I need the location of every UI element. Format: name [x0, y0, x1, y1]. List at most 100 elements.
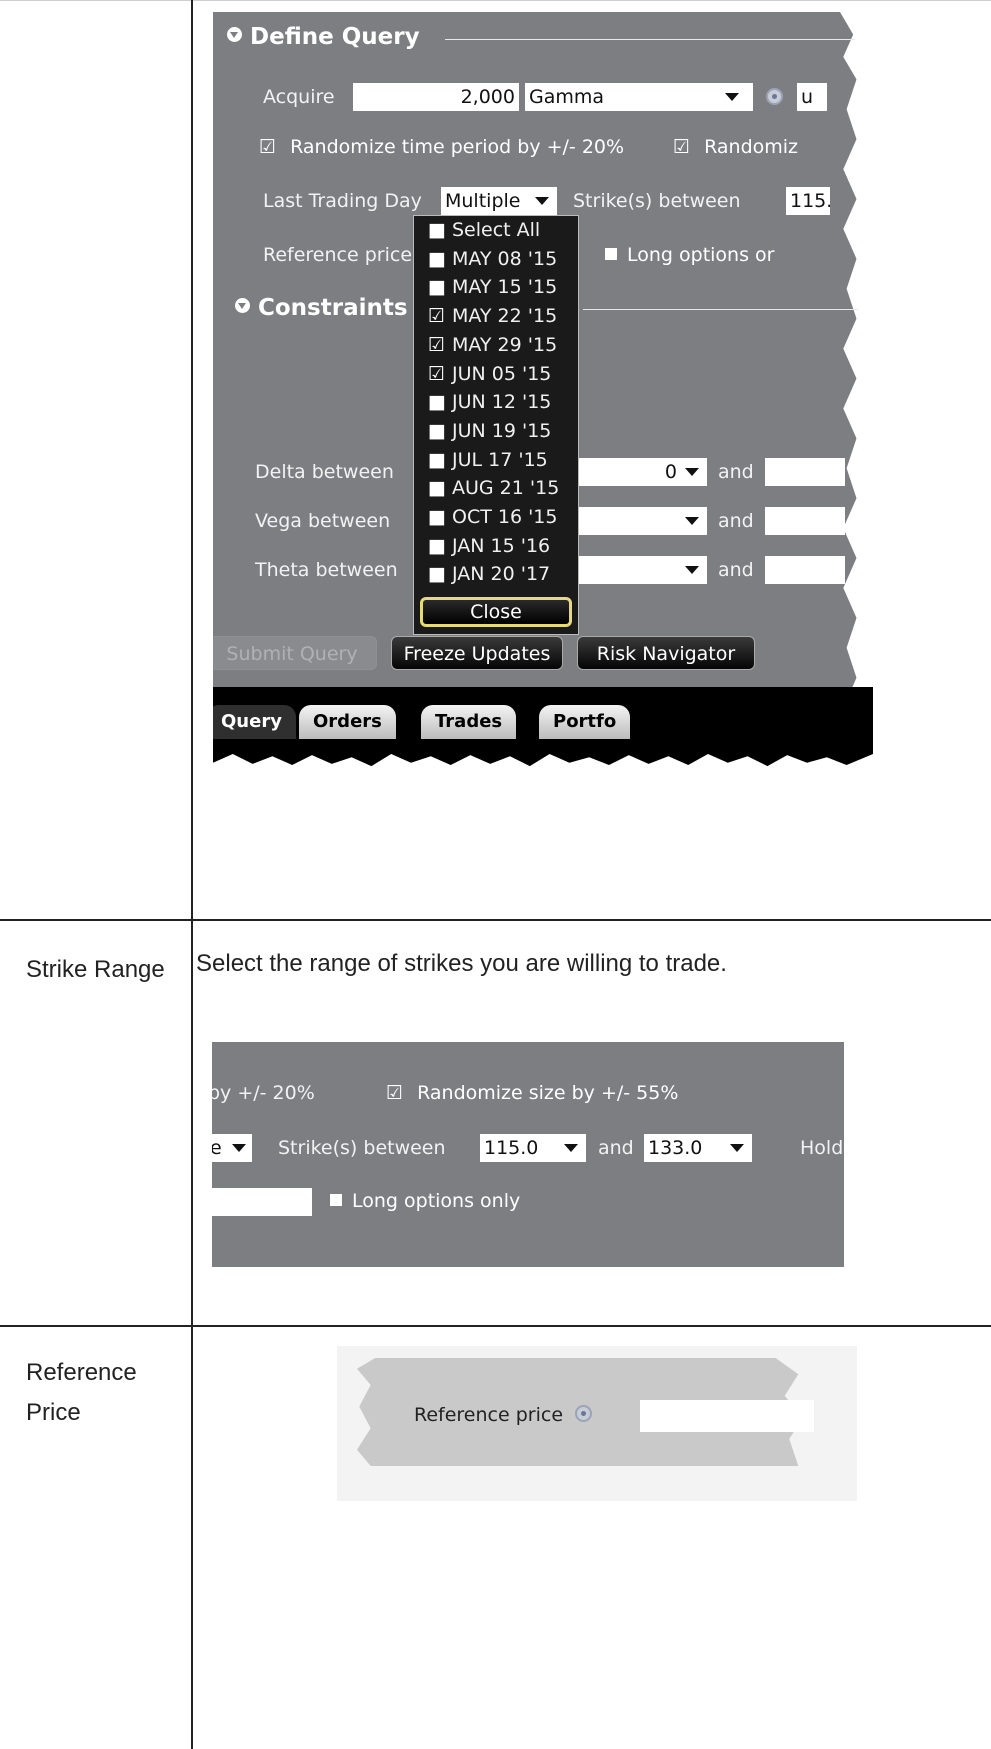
- acquire-label: Acquire: [263, 86, 335, 108]
- dropdown-item-label: MAY 29 '15: [452, 333, 558, 356]
- chevron-down-icon: [730, 1144, 744, 1152]
- checkmark-icon: ☑: [386, 1082, 404, 1104]
- checkbox-icon: ■: [428, 419, 446, 442]
- dropdown-item[interactable]: ■ JUN 12 '15: [428, 391, 551, 413]
- tab-query[interactable]: Query: [213, 705, 296, 739]
- tab-trades[interactable]: Trades: [421, 705, 517, 739]
- dropdown-item-label: OCT 16 '15: [452, 506, 558, 528]
- column-divider: [191, 0, 193, 1749]
- dropdown-item-label: AUG 21 '15: [452, 477, 560, 500]
- randomize-size-checkbox[interactable]: ☑ Randomiz: [673, 136, 798, 158]
- dropdown-item[interactable]: ■ AUG 21 '15: [428, 477, 559, 499]
- reference-price-field-fragment[interactable]: [212, 1188, 312, 1216]
- long-options-only-checkbox[interactable]: Long options only: [330, 1190, 520, 1212]
- vega-between-label: Vega between: [255, 510, 391, 532]
- strikes-between-label: Strike(s) between: [573, 190, 741, 212]
- dropdown-item-label: Select All: [452, 219, 541, 241]
- dropdown-item[interactable]: ■ JAN 15 '16: [428, 535, 550, 557]
- checkbox-icon: ■: [428, 219, 446, 241]
- dropdown-item[interactable]: ☑ JUN 05 '15: [428, 363, 551, 385]
- top-edge: [212, 1040, 844, 1042]
- and-label: and: [718, 559, 754, 581]
- strike-range-screenshot: by +/- 20% ☑ Randomize size by +/- 55% e…: [212, 1040, 844, 1267]
- checkmark-icon: ☑: [428, 362, 446, 385]
- dropdown-item[interactable]: ■ JUL 17 '15: [428, 449, 548, 471]
- delta-max-field[interactable]: [765, 458, 845, 486]
- strikes-between-label: Strike(s) between: [278, 1137, 446, 1159]
- help-icon[interactable]: [575, 1405, 593, 1422]
- chevron-down-icon: [685, 517, 699, 525]
- dropdown-item[interactable]: ■ OCT 16 '15: [428, 506, 557, 528]
- table-top-border: [0, 0, 991, 1]
- dropdown-item-label: MAY 22 '15: [452, 305, 558, 328]
- dropdown-item[interactable]: ■ JAN 20 '17: [428, 563, 550, 585]
- dropdown-item-label: MAY 15 '15: [452, 276, 558, 299]
- strike-low-select[interactable]: 115.0: [480, 1134, 586, 1162]
- chevron-down-icon: [535, 197, 549, 205]
- theta-min-select[interactable]: [578, 556, 707, 584]
- checkmark-icon: ☑: [673, 136, 691, 158]
- last-trading-day-select[interactable]: Multiple: [441, 187, 557, 215]
- randomize-time-checkbox[interactable]: ☑ Randomize time period by +/- 20%: [259, 136, 624, 158]
- row-divider: [0, 919, 991, 921]
- checkmark-icon: ☑: [259, 136, 277, 158]
- acquire-quantity-input[interactable]: 2,000: [353, 83, 519, 111]
- checkbox-icon: ■: [428, 391, 446, 414]
- last-trading-day-dropdown[interactable]: ■ Select All ■ MAY 08 '15 ■ MAY 15 '15 ☑ MAY 22…: [413, 215, 579, 635]
- risk-navigator-button[interactable]: Risk Navigator: [577, 636, 755, 670]
- dropdown-item[interactable]: ☑ MAY 22 '15: [428, 305, 557, 327]
- dropdown-item-label: JUN 05 '15: [452, 362, 552, 385]
- checkbox-icon: ■: [428, 276, 446, 299]
- checkbox-icon: ■: [428, 247, 446, 270]
- vega-min-select[interactable]: [578, 507, 707, 535]
- and-label: and: [598, 1137, 634, 1159]
- define-query-header[interactable]: Define Query: [227, 24, 420, 50]
- chevron-down-icon: [685, 566, 699, 574]
- collapse-icon: [235, 298, 250, 313]
- long-options-checkbox[interactable]: Long options or: [605, 244, 774, 266]
- dropdown-item[interactable]: ■ MAY 15 '15: [428, 276, 557, 298]
- query-screenshot: Define Query Acquire 2,000 Gamma u ☑ Ran…: [213, 12, 873, 852]
- dropdown-item[interactable]: ■ MAY 08 '15: [428, 248, 557, 270]
- strike-high-select[interactable]: 133.0: [644, 1134, 752, 1162]
- dropdown-item[interactable]: ■ Select All: [428, 219, 540, 241]
- dropdown-item-label: JUL 17 '15: [452, 448, 548, 471]
- dropdown-item-label: JAN 20 '17: [452, 563, 551, 586]
- submit-query-button[interactable]: Submit Query: [213, 636, 377, 670]
- dropdown-item-label: JAN 15 '16: [452, 534, 551, 557]
- help-icon[interactable]: [766, 88, 783, 105]
- checkmark-icon: ☑: [428, 305, 446, 328]
- last-trading-day-select-fragment[interactable]: e: [212, 1134, 252, 1162]
- tab-bar: Query Orders Trades Portfo: [213, 687, 873, 767]
- delta-min-select[interactable]: 0: [578, 458, 707, 486]
- row-label-reference-price: Reference Price: [26, 1359, 137, 1426]
- section-rule: [445, 39, 855, 40]
- randomize-time-fragment: by +/- 20%: [212, 1082, 315, 1104]
- theta-max-field[interactable]: [765, 556, 845, 584]
- randomize-size-checkbox[interactable]: ☑ Randomize size by +/- 55%: [386, 1082, 678, 1104]
- dropdown-item-label: JUN 12 '15: [452, 391, 552, 414]
- acquire-metric-select[interactable]: Gamma: [525, 83, 753, 111]
- tab-orders[interactable]: Orders: [299, 705, 396, 739]
- reference-price-input[interactable]: [640, 1400, 814, 1432]
- checkbox-icon: ■: [428, 506, 446, 528]
- dropdown-close-button[interactable]: Close: [420, 597, 572, 627]
- and-label: and: [718, 510, 754, 532]
- collapse-icon: [227, 27, 242, 42]
- dropdown-item[interactable]: ☑ MAY 29 '15: [428, 334, 557, 356]
- checkbox-icon: ■: [428, 448, 446, 471]
- checkbox-icon: ■: [428, 563, 446, 586]
- delta-between-label: Delta between: [255, 461, 394, 483]
- constraints-header[interactable]: Constraints: [235, 295, 408, 321]
- section-rule: [583, 309, 858, 310]
- row-label-strike-range: Strike Range: [26, 956, 165, 983]
- tab-portfolio[interactable]: Portfo: [539, 705, 631, 739]
- dropdown-item[interactable]: ■ JUN 19 '15: [428, 420, 551, 442]
- checkbox-icon: [330, 1193, 342, 1206]
- strike-low-select[interactable]: 115.: [786, 187, 830, 215]
- vega-max-field[interactable]: [765, 507, 845, 535]
- chevron-down-icon: [685, 468, 699, 476]
- freeze-updates-button[interactable]: Freeze Updates: [391, 636, 563, 670]
- checkbox-icon: ■: [428, 477, 446, 500]
- checkmark-icon: ☑: [428, 333, 446, 356]
